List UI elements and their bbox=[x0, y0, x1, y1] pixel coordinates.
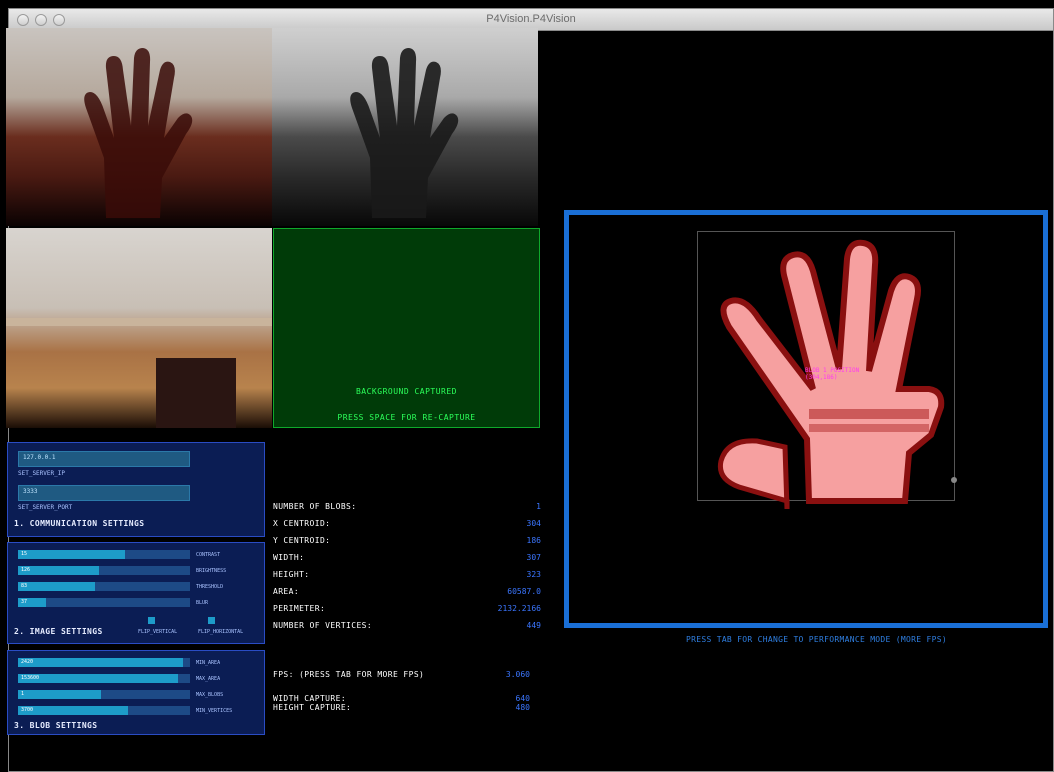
blob-settings-title: 3. BLOB SETTINGS bbox=[14, 721, 98, 730]
contrast-value: 15 bbox=[21, 551, 28, 557]
server-port-label: SET_SERVER_PORT bbox=[18, 504, 73, 511]
image-settings-title: 2. IMAGE SETTINGS bbox=[14, 627, 103, 636]
curtain bbox=[156, 358, 236, 428]
min-vertices-slider[interactable]: 3700 bbox=[18, 706, 190, 715]
blob-tracking-view: BLOB 1 POSITION (304,186) bbox=[564, 210, 1048, 628]
brightness-slider-fill bbox=[18, 566, 99, 575]
fps-label: FPS: (PRESS TAB FOR MORE FPS) bbox=[273, 670, 425, 679]
threshold-slider-fill bbox=[18, 582, 96, 591]
server-ip-value: 127.0.0.1 bbox=[23, 454, 56, 461]
max-blobs-slider[interactable]: 1 bbox=[18, 690, 190, 699]
stat-value: 2132.2166 bbox=[497, 604, 541, 613]
threshold-value: 83 bbox=[21, 583, 28, 589]
threshold-slider[interactable]: 83 bbox=[18, 582, 190, 591]
flip-vertical-label: FLIP_VERTICAL bbox=[138, 629, 178, 635]
blob-label-bottom: (304,186) bbox=[805, 374, 838, 381]
width-capture-value: 640 bbox=[515, 694, 530, 703]
flip-vertical-toggle[interactable] bbox=[148, 617, 155, 624]
min-area-label: MIN_AREA bbox=[196, 660, 221, 666]
min-area-value: 2420 bbox=[21, 659, 34, 665]
stat-label: NUMBER OF VERTICES: bbox=[273, 621, 373, 630]
blob-label: BLOB 1 POSITION (304,186) bbox=[805, 367, 859, 381]
stat-value: 304 bbox=[526, 519, 541, 528]
background-captured-text: BACKGROUND CAPTURED bbox=[355, 387, 457, 396]
brightness-slider[interactable]: 126 bbox=[18, 566, 190, 575]
max-area-value: 153600 bbox=[21, 675, 40, 681]
max-area-slider-fill bbox=[18, 674, 178, 683]
performance-mode-hint: PRESS TAB FOR CHANGE TO PERFORMANCE MODE… bbox=[686, 635, 947, 644]
width-capture-label: WIDTH CAPTURE: bbox=[273, 694, 347, 703]
min-area-slider[interactable]: 2420 bbox=[18, 658, 190, 667]
brightness-value: 126 bbox=[21, 567, 31, 573]
height-capture-value: 480 bbox=[515, 703, 530, 712]
background-capture-view bbox=[6, 228, 272, 428]
max-blobs-label: MAX_BLOBS bbox=[196, 692, 224, 698]
blur-slider[interactable]: 37 bbox=[18, 598, 190, 607]
contrast-slider[interactable]: 15 bbox=[18, 550, 190, 559]
stat-value: 323 bbox=[526, 570, 541, 579]
stat-value: 1 bbox=[536, 502, 541, 511]
camera-color-view bbox=[6, 28, 272, 226]
stat-label: AREA: bbox=[273, 587, 300, 596]
stat-label: HEIGHT: bbox=[273, 570, 310, 579]
stat-value: 60587.0 bbox=[507, 587, 541, 596]
blur-value: 37 bbox=[21, 599, 28, 605]
blob-label-top: BLOB 1 POSITION bbox=[805, 367, 860, 374]
blob-settings-panel: 2420 MIN_AREA 153600 MAX_AREA 1 MAX_BLOB… bbox=[7, 650, 265, 735]
stat-label: WIDTH: bbox=[273, 553, 305, 562]
window-title: P4Vision.P4Vision bbox=[486, 13, 576, 25]
min-vertices-label: MIN_VERTICES bbox=[196, 708, 233, 714]
server-ip-input[interactable]: 127.0.0.1 bbox=[18, 451, 190, 467]
communication-settings-panel: 127.0.0.1 SET_SERVER_IP 3333 SET_SERVER_… bbox=[7, 442, 265, 537]
background-status-panel: BACKGROUND CAPTURED PRESS SPACE FOR RE-C… bbox=[273, 228, 540, 428]
window-frame bbox=[6, 318, 272, 326]
image-settings-panel: 15 CONTRAST 126 BRIGHTNESS 83 THRESHOLD … bbox=[7, 542, 265, 644]
camera-gray-view bbox=[272, 28, 538, 226]
stat-label: X CENTROID: bbox=[273, 519, 331, 528]
blur-label: BLUR bbox=[196, 600, 209, 606]
max-area-slider[interactable]: 153600 bbox=[18, 674, 190, 683]
server-ip-label: SET_SERVER_IP bbox=[18, 470, 65, 477]
contrast-label: CONTRAST bbox=[196, 552, 221, 558]
min-vertices-slider-fill bbox=[18, 706, 129, 715]
max-blobs-slider-fill bbox=[18, 690, 101, 699]
stat-value: 186 bbox=[526, 536, 541, 545]
brightness-label: BRIGHTNESS bbox=[196, 568, 227, 574]
max-area-label: MAX_AREA bbox=[196, 676, 221, 682]
bbox-corner-dot bbox=[951, 477, 957, 483]
hand-image bbox=[84, 48, 193, 218]
hand-gray-image bbox=[350, 48, 459, 218]
fps-value: 3.060 bbox=[505, 670, 530, 679]
stat-label: Y CENTROID: bbox=[273, 536, 331, 545]
contrast-slider-fill bbox=[18, 550, 125, 559]
flip-horizontal-toggle[interactable] bbox=[208, 617, 215, 624]
threshold-label: THRESHOLD bbox=[196, 584, 224, 590]
stat-label: PERIMETER: bbox=[273, 604, 326, 613]
max-blobs-value: 1 bbox=[21, 691, 25, 697]
min-area-slider-fill bbox=[18, 658, 184, 667]
server-port-value: 3333 bbox=[23, 488, 38, 495]
flip-horizontal-label: FLIP_HORIZONTAL bbox=[198, 629, 244, 635]
communication-settings-title: 1. COMMUNICATION SETTINGS bbox=[14, 519, 145, 528]
server-port-input[interactable]: 3333 bbox=[18, 485, 190, 501]
stat-value: 307 bbox=[526, 553, 541, 562]
stat-value: 449 bbox=[526, 621, 541, 630]
stat-label: NUMBER OF BLOBS: bbox=[273, 502, 357, 511]
min-vertices-value: 3700 bbox=[21, 707, 34, 713]
recapture-hint: PRESS SPACE FOR RE-CAPTURE bbox=[337, 413, 476, 422]
height-capture-label: HEIGHT CAPTURE: bbox=[273, 703, 352, 712]
